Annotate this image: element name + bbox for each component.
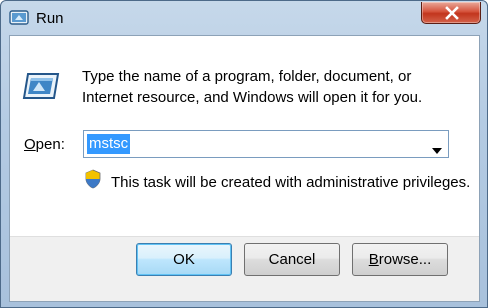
run-app-icon [22,70,62,102]
run-dialog-window: Run Type the name of a program, folder, … [0,0,488,308]
close-button[interactable] [421,2,481,24]
open-label-accelerator: O [24,136,36,153]
description-text: Type the name of a program, folder, docu… [82,68,423,106]
admin-privileges-notice: This task will be created with administr… [111,174,471,191]
open-label: Open: [24,136,65,153]
run-icon [9,9,29,27]
dialog-body: Type the name of a program, folder, docu… [9,35,480,302]
ok-button[interactable]: OK [136,243,232,276]
browse-accelerator: B [368,251,379,268]
browse-label-rest: rowse... [378,251,432,268]
open-label-rest: pen: [35,136,65,153]
open-combobox[interactable]: mstsc [83,130,449,158]
browse-button[interactable]: Browse... [352,243,448,276]
chevron-down-icon[interactable] [432,141,442,159]
open-input[interactable]: mstsc [87,134,131,154]
window-title: Run [36,10,64,27]
close-icon [445,6,459,20]
cancel-button[interactable]: Cancel [244,243,340,276]
uac-shield-icon [84,169,102,189]
title-bar[interactable]: Run [1,1,487,35]
